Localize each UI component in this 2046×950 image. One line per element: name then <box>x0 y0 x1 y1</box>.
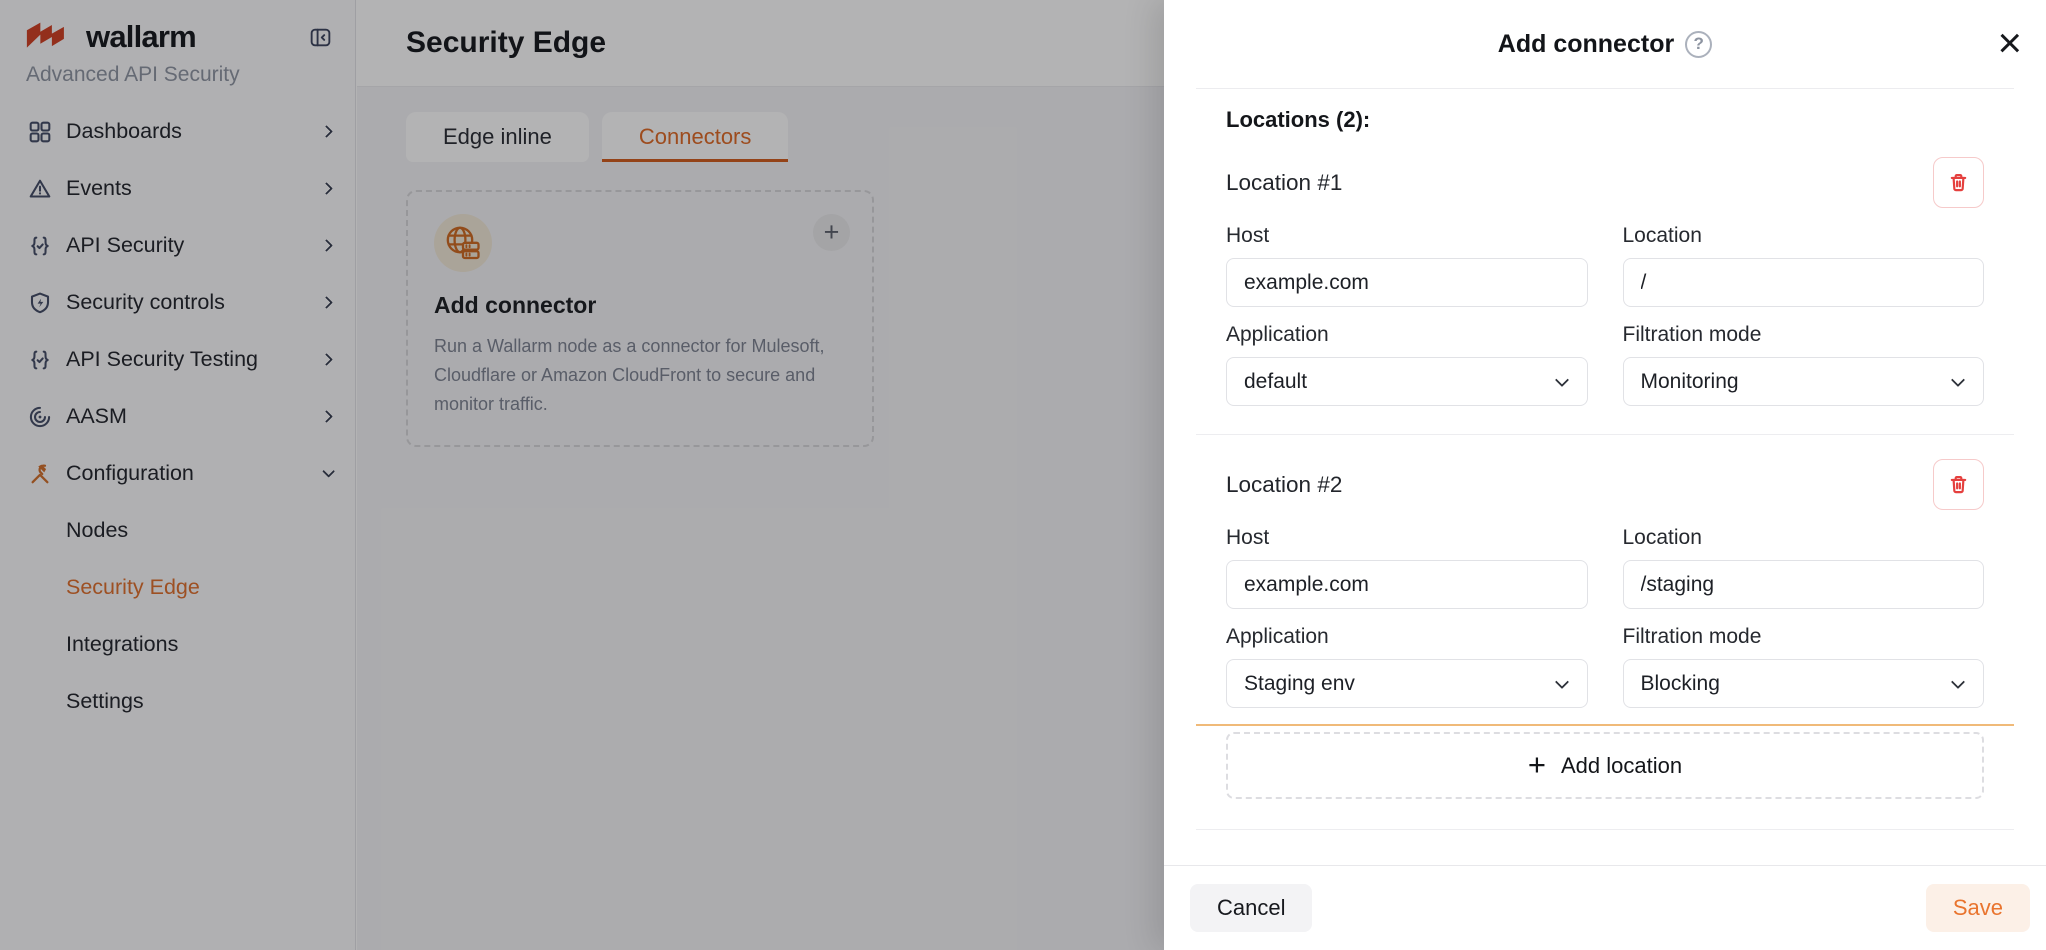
chevron-down-icon <box>1554 674 1568 688</box>
chevron-down-icon <box>1951 674 1965 688</box>
location-label: Location <box>1623 526 1985 550</box>
location-title: Location #1 <box>1226 170 1342 196</box>
host-input[interactable] <box>1226 258 1588 307</box>
modal-backdrop[interactable] <box>0 0 1164 950</box>
filtration-selected-value: Monitoring <box>1641 370 1739 394</box>
host-label: Host <box>1226 224 1588 248</box>
location-input[interactable] <box>1623 560 1985 609</box>
help-glyph: ? <box>1694 34 1704 54</box>
location-block-2: Location #2 Host <box>1196 459 2014 708</box>
add-connector-modal: Add connector ? × Locations (2): Locatio… <box>1164 0 2046 950</box>
location-input[interactable] <box>1623 258 1985 307</box>
trash-icon <box>1946 170 1971 195</box>
cancel-button[interactable]: Cancel <box>1190 884 1312 932</box>
trash-icon <box>1946 472 1971 497</box>
modal-body: Locations (2): Location #1 <box>1196 88 2014 865</box>
close-icon: × <box>1997 19 2022 66</box>
location-block-1: Location #1 Host <box>1196 157 2014 406</box>
modal-header: Add connector ? × <box>1164 0 2046 88</box>
plus-icon: + <box>1528 749 1546 780</box>
add-location-button[interactable]: + Add location <box>1226 732 1984 799</box>
modal-footer: Cancel Save <box>1164 865 2046 950</box>
application-select[interactable]: default <box>1226 357 1588 406</box>
help-circle-icon[interactable]: ? <box>1685 31 1712 58</box>
application-label: Application <box>1226 323 1588 347</box>
location-label: Location <box>1623 224 1985 248</box>
delete-location-button[interactable] <box>1933 157 1984 208</box>
location-divider <box>1196 434 2014 435</box>
host-input[interactable] <box>1226 560 1588 609</box>
modal-title-text: Add connector <box>1498 30 1674 59</box>
application-select[interactable]: Staging env <box>1226 659 1588 708</box>
application-selected-value: default <box>1244 370 1307 394</box>
add-location-label: Add location <box>1561 753 1682 779</box>
filtration-mode-label: Filtration mode <box>1623 625 1985 649</box>
chevron-down-icon <box>1554 372 1568 386</box>
filtration-selected-value: Blocking <box>1641 672 1720 696</box>
save-button[interactable]: Save <box>1926 884 2030 932</box>
location-title: Location #2 <box>1226 472 1342 498</box>
close-button[interactable]: × <box>1997 22 2022 64</box>
locations-section-label: Locations (2): <box>1226 107 2014 133</box>
filtration-mode-select[interactable]: Blocking <box>1623 659 1985 708</box>
chevron-down-icon <box>1951 372 1965 386</box>
delete-location-button[interactable] <box>1933 459 1984 510</box>
application-selected-value: Staging env <box>1244 672 1355 696</box>
filtration-mode-select[interactable]: Monitoring <box>1623 357 1985 406</box>
host-label: Host <box>1226 526 1588 550</box>
content-end-divider <box>1196 829 2014 830</box>
filtration-mode-label: Filtration mode <box>1623 323 1985 347</box>
modal-title: Add connector ? <box>1498 30 1712 59</box>
application-label: Application <box>1226 625 1588 649</box>
